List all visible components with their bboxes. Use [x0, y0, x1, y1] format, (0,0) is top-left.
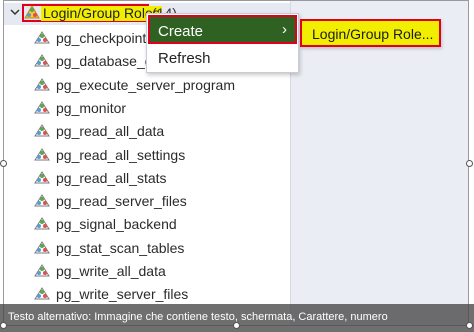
role-label: pg_read_server_files — [56, 193, 187, 210]
resize-handle-right[interactable] — [466, 160, 473, 167]
role-label: pg_signal_backend — [56, 216, 177, 233]
menu-item-refresh[interactable]: Refresh — [148, 45, 297, 71]
tree-item-role[interactable]: pg_execute_server_program — [34, 74, 290, 96]
role-group-icon — [34, 240, 50, 254]
role-label: pg_monitor — [56, 99, 127, 116]
chevron-right-icon: › — [282, 21, 287, 38]
role-label: pg_read_all_data — [56, 123, 165, 140]
tree-item-role[interactable]: pg_write_all_data — [34, 260, 290, 282]
resize-handle-bottom-left[interactable] — [0, 322, 7, 329]
role-group-icon — [34, 170, 50, 184]
role-group-icon — [34, 147, 50, 160]
role-group-icon — [34, 31, 50, 44]
menu-item-create[interactable]: Create › — [148, 15, 297, 44]
tree-item-role[interactable]: pg_stat_scan_tables — [34, 237, 290, 259]
role-group-icon — [34, 54, 50, 67]
tree-item-role[interactable]: pg_write_server_files — [34, 283, 290, 305]
menu-item-refresh-label: Refresh — [158, 50, 211, 67]
role-label: pg_read_all_settings — [56, 146, 186, 163]
resize-handle-bottom-right[interactable] — [466, 322, 473, 329]
context-menu: Create › Refresh — [146, 13, 299, 73]
role-group-icon — [34, 77, 50, 91]
tree-item-role[interactable]: pg_read_server_files — [34, 190, 290, 212]
submenu-item-login-group-role[interactable]: Login/Group Role... — [300, 19, 441, 47]
role-label: pg_execute_server_program — [56, 76, 235, 93]
tree-item-role[interactable]: pg_read_all_settings — [34, 144, 290, 166]
tree-node-label: Login/Group Roles — [41, 5, 162, 21]
chevron-down-icon[interactable] — [10, 7, 20, 17]
role-group-icon — [34, 217, 50, 230]
tree-item-role[interactable]: pg_read_all_stats — [34, 167, 290, 189]
role-label: pg_stat_scan_tables — [56, 239, 185, 256]
tree-item-role[interactable]: pg_read_all_data — [34, 120, 290, 142]
role-group-icon — [34, 287, 50, 300]
properties-panel — [290, 1, 468, 325]
tree-item-role[interactable]: pg_signal_backend — [34, 213, 290, 235]
role-group-icon — [34, 124, 50, 137]
tree-item-role[interactable]: pg_monitor — [34, 97, 290, 119]
role-label: pg_checkpoint — [56, 30, 147, 46]
role-label: pg_write_all_data — [56, 263, 166, 279]
alt-text-label: Testo alternativo: Immagine che contiene… — [8, 311, 388, 323]
menu-item-create-label: Create — [158, 23, 204, 40]
role-group-icon — [34, 264, 50, 277]
role-label: pg_write_server_files — [56, 286, 189, 303]
role-label: pg_read_all_stats — [56, 169, 167, 186]
submenu-item-label: Login/Group Role... — [312, 26, 434, 42]
role-group-icon — [34, 194, 50, 207]
role-group-icon — [24, 5, 40, 19]
resize-handle-bottom[interactable] — [233, 322, 240, 329]
resize-handle-left[interactable] — [0, 160, 7, 167]
role-group-icon — [34, 100, 50, 114]
